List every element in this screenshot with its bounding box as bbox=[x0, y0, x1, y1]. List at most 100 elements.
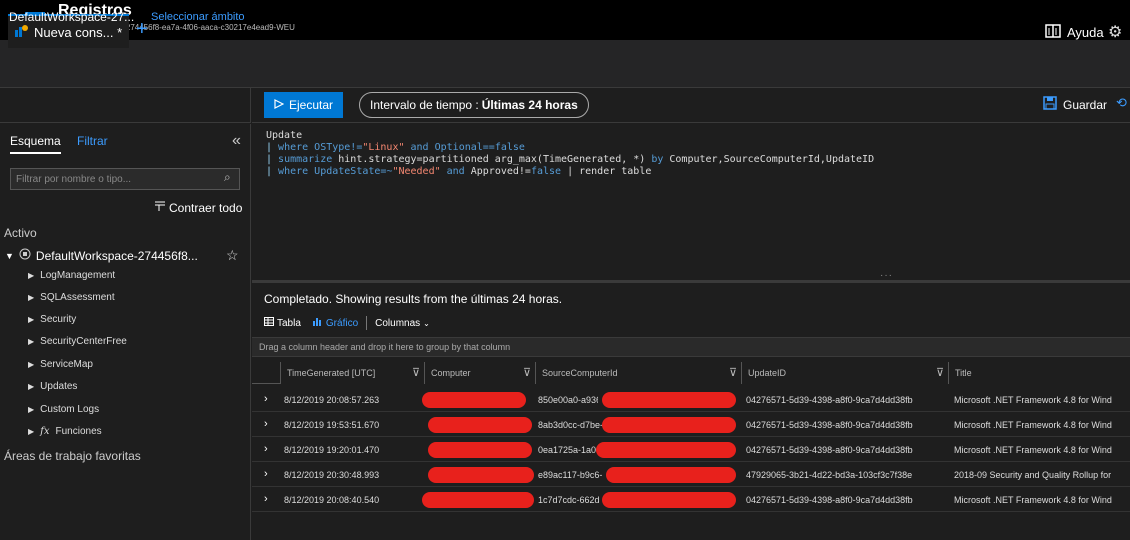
code-line-1: Update bbox=[266, 130, 303, 141]
add-tab-button[interactable]: + bbox=[136, 18, 148, 41]
redaction-mark bbox=[596, 442, 736, 458]
cell-time: 8/12/2019 19:53:51.670 bbox=[284, 420, 380, 430]
query-tab-icon bbox=[14, 24, 28, 41]
share-icon[interactable]: ⟲ bbox=[1116, 95, 1127, 111]
table-row[interactable]: › 8/12/2019 19:20:01.470 0ea1725a-1a0e 0… bbox=[252, 438, 1130, 462]
cell-source: 850e00a0-a936 bbox=[538, 395, 598, 405]
save-icon bbox=[1043, 96, 1057, 113]
save-button[interactable]: Guardar bbox=[1043, 96, 1107, 113]
filter-icon[interactable]: ⊽ bbox=[729, 366, 737, 379]
column-header-label: Title bbox=[955, 368, 972, 378]
run-label: Ejecutar bbox=[288, 98, 334, 112]
redaction-mark bbox=[428, 467, 534, 483]
collapse-all-button[interactable]: Contraer todo bbox=[154, 200, 242, 215]
view-chart-tab[interactable]: Gráfico bbox=[312, 317, 359, 329]
expand-chevron-icon[interactable]: › bbox=[264, 493, 268, 505]
workspace-tree-node[interactable]: ▼ DefaultWorkspace-274456f8... bbox=[5, 248, 198, 263]
book-icon bbox=[1045, 24, 1061, 41]
redaction-mark bbox=[602, 492, 736, 508]
cell-title: Microsoft .NET Framework 4.8 for Wind bbox=[954, 495, 1112, 505]
group-by-hint: Drag a column header and drop it here to… bbox=[259, 342, 511, 352]
tree-item-updates[interactable]: ▶ Updates bbox=[28, 381, 77, 392]
expand-chevron-icon[interactable]: › bbox=[264, 443, 268, 455]
table-icon bbox=[264, 317, 274, 329]
tree-item-label: Updates bbox=[40, 381, 78, 392]
redaction-mark bbox=[602, 392, 736, 408]
table-row[interactable]: › 8/12/2019 20:08:57.263 850e00a0-a936 0… bbox=[252, 388, 1130, 412]
schema-filter-input[interactable] bbox=[10, 168, 240, 190]
column-header-timegenerated[interactable]: TimeGenerated [UTC] ⊽ bbox=[280, 362, 424, 384]
columns-dropdown[interactable]: Columnas ⌄ bbox=[375, 318, 430, 329]
expand-chevron-icon[interactable]: › bbox=[264, 393, 268, 405]
table-row[interactable]: › 8/12/2019 19:53:51.670 8ab3d0cc-d7be- … bbox=[252, 413, 1130, 437]
filter-icon[interactable]: ⊽ bbox=[523, 366, 531, 379]
tree-item-servicemap[interactable]: ▶ ServiceMap bbox=[28, 359, 93, 370]
code-line-2: | where OSType!="Linux" and Optional==fa… bbox=[266, 142, 525, 153]
run-button[interactable]: Ejecutar bbox=[264, 92, 343, 118]
column-header-computer[interactable]: Computer ⊽ bbox=[424, 362, 535, 384]
tree-item-label: SQLAssessment bbox=[40, 292, 115, 303]
collapse-sidebar-icon[interactable]: « bbox=[232, 132, 241, 150]
cell-update: 04276571-5d39-4398-a8f0-9ca7d4dd38fb bbox=[746, 420, 913, 430]
tab-label: Nueva cons... * bbox=[34, 24, 123, 40]
play-icon bbox=[274, 98, 285, 112]
tree-item-label: LogManagement bbox=[40, 270, 116, 281]
tree-item-securitycenterfree[interactable]: ▶ SecurityCenterFree bbox=[28, 336, 127, 347]
redaction-mark bbox=[606, 467, 736, 483]
scope-workspace-name: DefaultWorkspace-27... bbox=[9, 10, 135, 24]
cell-time: 8/12/2019 20:30:48.993 bbox=[284, 470, 380, 480]
splitter-grip[interactable]: ··· bbox=[880, 270, 893, 281]
cell-title: Microsoft .NET Framework 4.8 for Wind bbox=[954, 420, 1112, 430]
redaction-mark bbox=[602, 417, 736, 433]
column-header-updateid[interactable]: UpdateID ⊽ bbox=[741, 362, 948, 384]
tree-item-security[interactable]: ▶ Security bbox=[28, 314, 76, 325]
tree-item-sqlassessment[interactable]: ▶ SQLAssessment bbox=[28, 292, 115, 303]
time-range-value: Últimas 24 horas bbox=[481, 98, 578, 112]
column-header-label: UpdateID bbox=[748, 368, 787, 378]
redaction-mark bbox=[422, 492, 534, 508]
collapse-all-icon bbox=[154, 200, 166, 215]
column-header-title[interactable]: Title bbox=[948, 362, 1130, 384]
results-view-tabs: Tabla Gráfico Columnas ⌄ bbox=[264, 316, 430, 330]
star-icon[interactable]: ☆ bbox=[226, 247, 239, 264]
tree-item-funciones[interactable]: ▶ fx Funciones bbox=[28, 426, 102, 437]
cell-time: 8/12/2019 20:08:57.263 bbox=[284, 395, 380, 405]
select-scope-link[interactable]: Seleccionar ámbito bbox=[151, 11, 245, 23]
tree-item-label: Custom Logs bbox=[40, 404, 100, 415]
code-line-3: | summarize hint.strategy=partitioned ar… bbox=[266, 154, 875, 165]
tab-schema[interactable]: Esquema bbox=[10, 134, 61, 154]
scope-bar bbox=[0, 88, 251, 123]
column-header-label: TimeGenerated [UTC] bbox=[287, 368, 376, 378]
time-range-picker[interactable]: Intervalo de tiempo : Últimas 24 horas bbox=[359, 92, 589, 118]
tree-item-label: Funciones bbox=[55, 426, 102, 437]
tree-item-logmanagement[interactable]: ▶ LogManagement bbox=[28, 270, 115, 281]
favorites-heading: Áreas de trabajo favoritas bbox=[4, 449, 141, 463]
chevron-right-icon: ▶ bbox=[28, 293, 35, 302]
cell-source: 0ea1725a-1a0e bbox=[538, 445, 596, 455]
collapse-all-label: Contraer todo bbox=[169, 200, 243, 215]
active-section-heading: Activo bbox=[4, 226, 37, 240]
table-row[interactable]: › 8/12/2019 20:08:40.540 1c7d7cdc-662d 0… bbox=[252, 488, 1130, 512]
view-table-tab[interactable]: Tabla bbox=[264, 317, 301, 329]
cell-title: 2018-09 Security and Quality Rollup for bbox=[954, 470, 1112, 480]
function-icon: fx bbox=[40, 426, 50, 437]
tree-item-label: Security bbox=[40, 314, 77, 325]
filter-icon[interactable]: ⊽ bbox=[412, 366, 420, 379]
expand-chevron-icon[interactable]: › bbox=[264, 418, 268, 430]
chevron-down-icon: ▼ bbox=[5, 250, 14, 261]
tab-filter[interactable]: Filtrar bbox=[77, 134, 108, 148]
table-row[interactable]: › 8/12/2019 20:30:48.993 e89ac117-b9c6- … bbox=[252, 463, 1130, 487]
chevron-right-icon: ▶ bbox=[28, 315, 35, 324]
columns-label: Columnas bbox=[375, 317, 421, 329]
view-separator bbox=[366, 316, 368, 330]
expand-chevron-icon[interactable]: › bbox=[264, 468, 268, 480]
redaction-mark bbox=[428, 442, 532, 458]
help-button[interactable]: Ayuda bbox=[1045, 24, 1104, 41]
gear-icon[interactable]: ⚙ bbox=[1108, 22, 1122, 42]
tree-item-custom-logs[interactable]: ▶ Custom Logs bbox=[28, 404, 99, 415]
view-chart-label: Gráfico bbox=[325, 317, 359, 329]
cell-update: 47929065-3b21-4d22-bd3a-103cf3c7f38e bbox=[746, 470, 913, 480]
column-header-sourcecomputerid[interactable]: SourceComputerId ⊽ bbox=[535, 362, 741, 384]
filter-icon[interactable]: ⊽ bbox=[936, 366, 944, 379]
chart-icon bbox=[312, 317, 323, 329]
